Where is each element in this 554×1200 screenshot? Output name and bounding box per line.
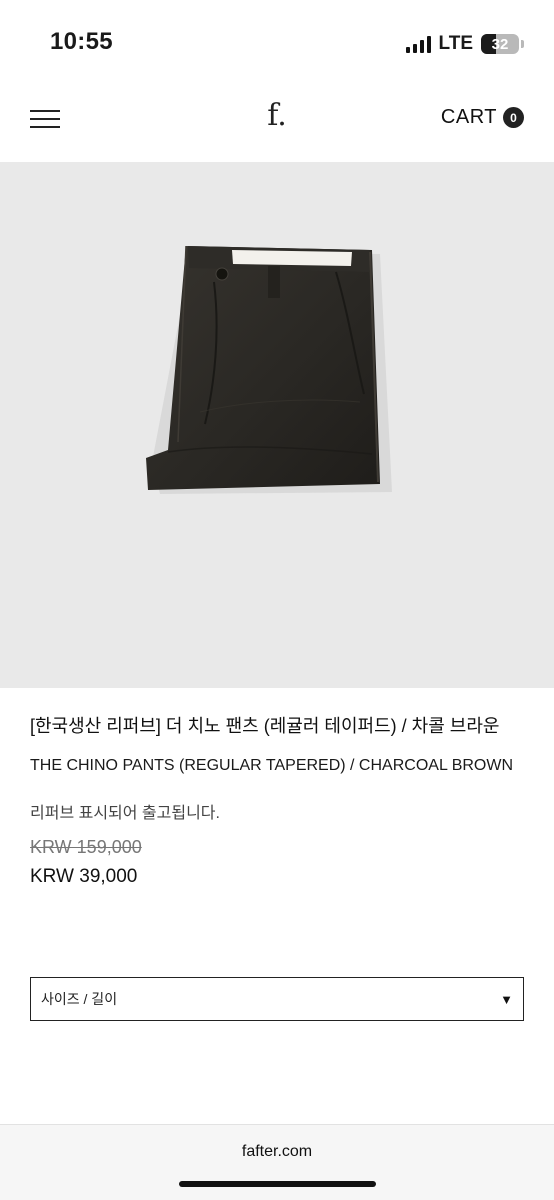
status-time: 10:55 [50, 28, 113, 55]
cart-count-badge: 0 [503, 107, 524, 128]
product-info: [한국생산 리퍼브] 더 치노 팬츠 (레귤러 테이퍼드) / 차콜 브라운 T… [0, 688, 554, 888]
refurb-notice: 리퍼브 표시되어 출고됩니다. [30, 805, 220, 822]
battery-cap [521, 40, 524, 48]
size-length-select-label: 사이즈 / 길이 [41, 991, 118, 1007]
status-indicators: LTE 32 [405, 33, 524, 55]
status-bar: 10:55 LTE 32 [0, 0, 554, 86]
dropdown-arrow-icon: ▼ [500, 991, 513, 1007]
site-header: f. CART 0 [0, 86, 554, 162]
size-length-select[interactable]: 사이즈 / 길이 ▼ [30, 977, 524, 1021]
product-image[interactable] [0, 162, 554, 688]
cart-button[interactable]: CART 0 [441, 106, 524, 129]
folded-pants-image [146, 245, 392, 494]
signal-strength-icon [405, 35, 431, 53]
home-indicator[interactable] [179, 1181, 376, 1187]
battery-icon: 32 [481, 34, 519, 54]
original-price: KRW 159,000 [30, 837, 142, 857]
network-type: LTE [438, 33, 473, 54]
product-title-korean: [한국생산 리퍼브] 더 치노 팬츠 (레귤러 테이퍼드) / 차콜 브라운 [30, 716, 500, 736]
battery-level: 32 [491, 35, 509, 53]
sale-price: KRW 39,000 [30, 866, 138, 887]
cart-label: CART [440, 106, 497, 128]
browser-address-bar[interactable]: fafter.com [0, 1124, 554, 1200]
product-title-english: THE CHINO PANTS (REGULAR TAPERED) / CHAR… [30, 757, 514, 774]
site-domain: fafter.com [241, 1143, 313, 1160]
